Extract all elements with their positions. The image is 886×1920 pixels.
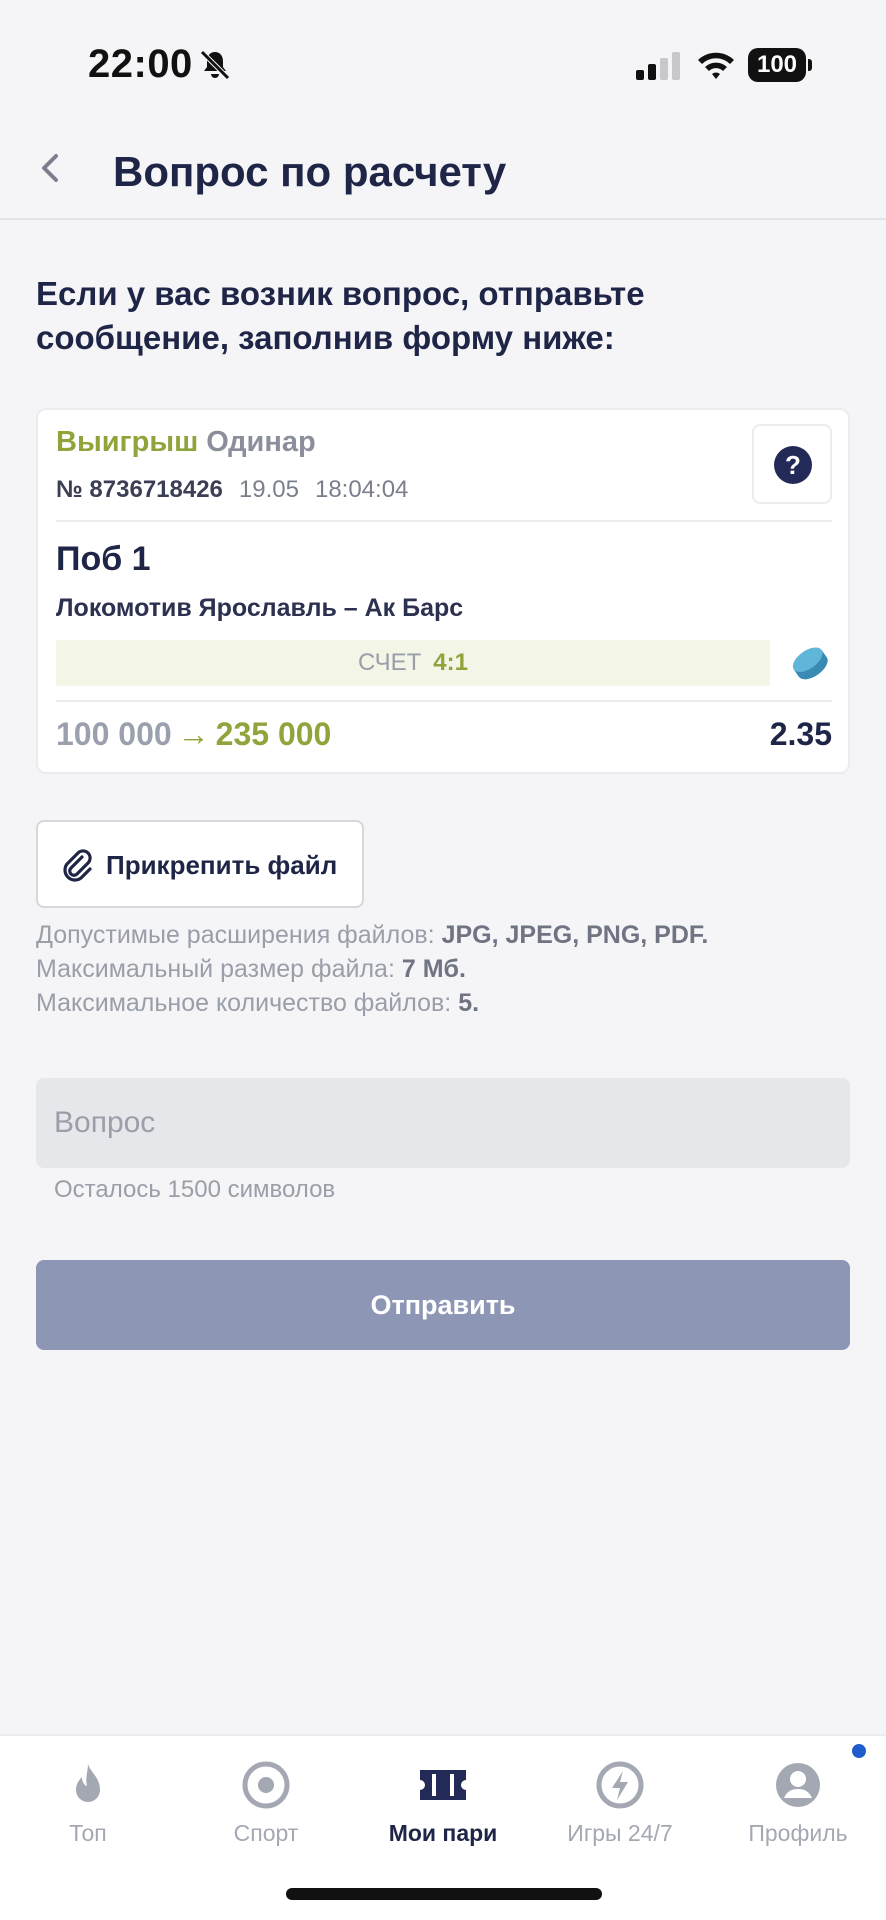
profile-icon — [776, 1763, 820, 1807]
question-mark-icon: ? — [774, 446, 812, 484]
flame-icon — [76, 1764, 100, 1802]
back-chevron-icon[interactable] — [30, 146, 74, 190]
rule-extensions-value: JPG, JPEG, PNG, PDF. — [441, 921, 709, 949]
submit-button[interactable]: Отправить — [36, 1260, 850, 1350]
rule-size: Максимальный размер файла: 7 Мб. — [36, 955, 466, 983]
battery-icon: 100 — [748, 48, 812, 82]
header: Вопрос по расчету — [0, 120, 886, 220]
stake-amount: 100 000 — [56, 716, 172, 752]
rule-extensions: Допустимые расширения файлов: JPG, JPEG,… — [36, 921, 709, 949]
bet-date: 19.05 — [238, 476, 299, 503]
bell-muted-icon — [200, 50, 230, 80]
bet-status-line: Выигрыш Одинар — [56, 426, 316, 459]
wifi-icon — [698, 52, 734, 79]
page-title: Вопрос по расчету — [113, 148, 507, 195]
status-time: 22:00 — [88, 42, 193, 86]
intro-text: Если у вас возник вопрос, отправьте сооб… — [36, 275, 645, 356]
payout-amount: 235 000 — [215, 716, 332, 752]
nav-label: Мои пари — [388, 1820, 498, 1846]
help-button[interactable]: ? — [752, 424, 832, 504]
lightning-icon — [596, 1761, 644, 1809]
ticket-icon — [420, 1770, 466, 1800]
status-bar: 22:00 100 — [0, 0, 886, 120]
bet-meta: № 8736718426 19.05 18:04:04 — [56, 476, 408, 504]
bet-status: Выигрыш — [56, 426, 199, 458]
rule-size-value: 7 Мб. — [401, 955, 466, 983]
bet-type: Одинар — [206, 426, 316, 458]
paperclip-icon — [63, 849, 92, 882]
score-bar: СЧЕТ 4:1 — [56, 640, 770, 686]
nav-item-profile[interactable]: Профиль — [713, 1748, 883, 1868]
nav-item-top[interactable]: Топ — [3, 1748, 173, 1868]
score-label: СЧЕТ — [358, 649, 422, 676]
hockey-puck-icon — [792, 647, 828, 680]
nav-label: Игры 24/7 — [567, 1820, 673, 1846]
battery-level: 100 — [748, 48, 806, 82]
bet-number: № 8736718426 — [56, 476, 223, 503]
nav-item-games[interactable]: Игры 24/7 — [535, 1748, 705, 1868]
divider — [56, 700, 832, 702]
nav-label: Профиль — [748, 1820, 848, 1846]
question-input[interactable] — [36, 1078, 850, 1168]
chars-left-counter: Осталось 1500 символов — [54, 1176, 336, 1203]
file-rules: Допустимые расширения файлов: JPG, JPEG,… — [36, 918, 708, 1020]
nav-item-my-bets[interactable]: Мои пари — [358, 1748, 528, 1868]
attach-file-label: Прикрепить файл — [106, 850, 338, 880]
bet-outcome: Поб 1 — [56, 540, 151, 578]
battery-tip — [808, 59, 812, 71]
home-indicator — [286, 1888, 602, 1900]
nav-item-sport[interactable]: Спорт — [181, 1748, 351, 1868]
bet-time: 18:04:04 — [314, 476, 409, 503]
bet-event: Локомотив Ярославль – Ак Барс — [56, 594, 464, 622]
signal-icon — [636, 52, 680, 80]
sport-icon — [242, 1761, 290, 1809]
nav-label: Топ — [69, 1820, 107, 1846]
bet-coefficient: 2.35 — [769, 716, 832, 752]
score-value: 4:1 — [433, 649, 468, 676]
nav-label: Спорт — [233, 1820, 299, 1846]
bet-amounts: 100 000 → 235 000 — [56, 716, 331, 753]
rule-count: Максимальное количество файлов: 5. — [36, 989, 480, 1017]
divider — [56, 520, 832, 522]
arrow-right-icon: → — [177, 716, 210, 752]
notification-dot — [852, 1744, 866, 1758]
bet-card: Выигрыш Одинар № 8736718426 19.05 18:04:04 … — [36, 408, 850, 774]
attach-file-button[interactable]: Прикрепить файл — [36, 820, 364, 908]
rule-count-value: 5. — [458, 989, 480, 1017]
